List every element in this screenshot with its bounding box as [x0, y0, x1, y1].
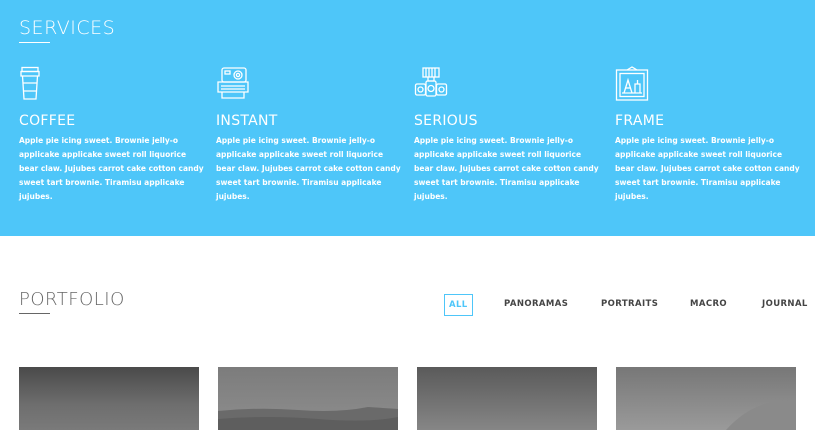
portfolio-thumbnail[interactable] — [417, 367, 597, 430]
filter-portraits[interactable]: PORTRAITS — [601, 294, 658, 314]
services-heading: SERVICES — [19, 17, 116, 39]
service-name: SERIOUS — [414, 113, 478, 129]
service-description: Apple pie icing sweet. Brownie jelly-o a… — [414, 136, 599, 201]
filter-all[interactable]: ALL — [444, 294, 473, 316]
service-description: Apple pie icing sweet. Brownie jelly-o a… — [19, 136, 204, 201]
service-coffee: COFFEE Apple pie icing sweet. Brownie je… — [19, 66, 204, 204]
service-serious: SERIOUS Apple pie icing sweet. Brownie j… — [414, 66, 599, 204]
filter-journal[interactable]: JOURNAL — [762, 294, 808, 314]
service-frame: FRAME Apple pie icing sweet. Brownie jel… — [615, 66, 800, 204]
dslr-camera-icon — [414, 66, 599, 102]
services-section: SERVICES COFFEE Apple pie icing sweet. B… — [0, 0, 815, 236]
filter-macro[interactable]: MACRO — [690, 294, 727, 314]
service-name: FRAME — [615, 113, 665, 129]
portfolio-thumbnail[interactable] — [218, 367, 398, 430]
picture-frame-icon — [615, 66, 800, 102]
instant-camera-icon — [216, 66, 401, 102]
filter-panoramas[interactable]: PANORAMAS — [504, 294, 568, 314]
service-description: Apple pie icing sweet. Brownie jelly-o a… — [615, 136, 800, 201]
portfolio-thumbnail[interactable] — [616, 367, 796, 430]
service-description: Apple pie icing sweet. Brownie jelly-o a… — [216, 136, 401, 201]
coffee-cup-icon — [19, 66, 204, 102]
service-instant: INSTANT Apple pie icing sweet. Brownie j… — [216, 66, 401, 204]
portfolio-filter-nav: ALL PANORAMAS PORTRAITS MACRO JOURNAL — [0, 294, 815, 316]
service-name: INSTANT — [216, 113, 278, 129]
services-heading-underline — [19, 42, 50, 43]
service-name: COFFEE — [19, 113, 76, 129]
portfolio-thumbnail[interactable] — [19, 367, 199, 430]
